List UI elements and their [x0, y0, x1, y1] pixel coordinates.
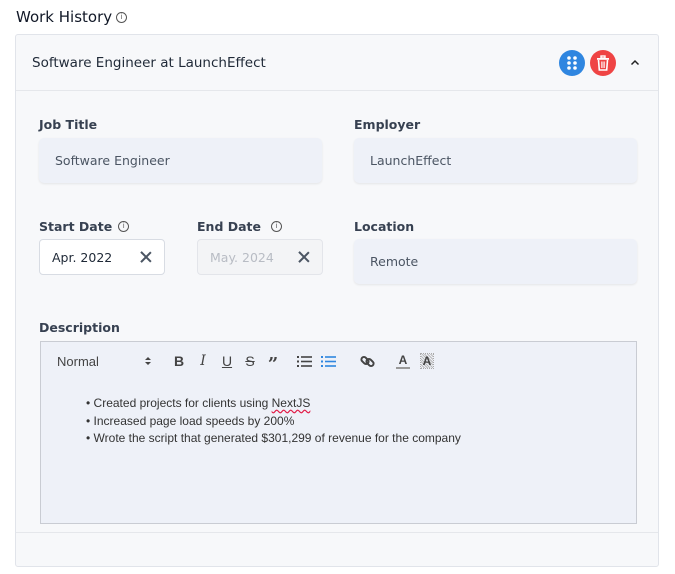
job-title-label: Job Title: [39, 117, 97, 132]
collapse-button[interactable]: [628, 56, 642, 70]
start-date-label: Start Date i: [39, 219, 130, 234]
employer-input[interactable]: LaunchEffect: [354, 138, 637, 183]
bullet-text: Wrote the script that generated $301,299…: [93, 431, 461, 445]
job-title-input[interactable]: Software Engineer: [39, 138, 322, 183]
description-bullet: Increased page load speeds by 200%: [86, 413, 636, 431]
strike-button[interactable]: S: [241, 351, 259, 371]
ordered-list-button[interactable]: [296, 351, 314, 371]
ordered-list-icon: [297, 355, 312, 367]
underline-button[interactable]: U: [218, 351, 236, 371]
end-date-picker[interactable]: May. 2024: [197, 239, 323, 275]
background-color-button[interactable]: A: [418, 351, 436, 371]
italic-button[interactable]: I: [194, 351, 212, 371]
editor-toolbar: Normal B I U S ” A A: [41, 342, 636, 380]
format-select-value: Normal: [57, 353, 99, 369]
blockquote-icon: ”: [267, 353, 279, 375]
bold-button[interactable]: B: [170, 351, 188, 371]
employer-label-text: Employer: [354, 117, 421, 132]
job-title-label-text: Job Title: [39, 117, 98, 132]
description-bullet: Wrote the script that generated $301,299…: [86, 430, 636, 448]
strike-icon: S: [245, 353, 255, 369]
start-date-info-icon[interactable]: i: [118, 221, 130, 232]
start-date-label-text: Start Date: [39, 219, 113, 234]
end-date-label: End Date i: [197, 219, 283, 234]
section-title: Work History i: [16, 8, 128, 26]
start-date-picker[interactable]: Apr. 2022: [39, 239, 165, 275]
bold-icon: B: [173, 353, 185, 369]
entry-title: Software Engineer at LaunchEffect: [32, 54, 266, 71]
section-title-text: Work History: [16, 8, 113, 26]
link-button[interactable]: [358, 351, 376, 371]
spellcheck-flagged-word[interactable]: NextJS: [272, 396, 311, 410]
bullet-list-icon: [321, 355, 336, 367]
employer-value: LaunchEffect: [370, 153, 452, 168]
select-arrows-icon: [145, 357, 151, 365]
work-history-entry-card: Software Engineer at LaunchEffect Job Ti…: [15, 34, 659, 567]
description-bullet: Created projects for clients using NextJ…: [86, 395, 636, 413]
delete-entry-button[interactable]: [590, 49, 616, 76]
location-label-text: Location: [354, 219, 415, 234]
description-label: Description: [39, 320, 120, 335]
format-select[interactable]: Normal: [57, 351, 152, 371]
trash-icon: [597, 54, 609, 71]
description-editor: Normal B I U S ” A A • Created projects …: [40, 341, 637, 524]
text-color-icon: A: [398, 352, 408, 367]
bullet-text: Increased page load speeds by 200%: [93, 413, 295, 428]
blockquote-button[interactable]: ”: [264, 351, 282, 375]
end-date-label-text: End Date: [197, 219, 262, 234]
text-color-button[interactable]: A: [394, 351, 412, 371]
editor-content[interactable]: Created projects for clients using NextJ…: [41, 380, 636, 448]
background-color-icon: A: [419, 353, 435, 369]
entry-footer: [16, 532, 658, 566]
location-input[interactable]: Remote: [354, 239, 637, 284]
bullet-list-button[interactable]: [320, 351, 338, 371]
text-color-swatch: [396, 366, 410, 369]
clear-end-date-icon[interactable]: [298, 251, 310, 263]
description-label-text: Description: [39, 320, 120, 335]
chevron-up-icon: [630, 59, 640, 66]
location-label: Location: [354, 219, 414, 234]
info-icon[interactable]: i: [116, 11, 128, 23]
clear-start-date-icon[interactable]: [140, 251, 152, 263]
location-value: Remote: [370, 254, 419, 269]
underline-icon: U: [221, 353, 233, 369]
job-title-value: Software Engineer: [55, 153, 170, 168]
employer-label: Employer: [354, 117, 420, 132]
drag-handle-button[interactable]: [559, 49, 585, 76]
link-icon: [359, 355, 375, 367]
italic-icon: I: [200, 353, 206, 369]
bullet-text: Created projects for clients using: [93, 396, 272, 410]
entry-header[interactable]: Software Engineer at LaunchEffect: [16, 35, 658, 91]
drag-handle-icon: [567, 55, 577, 70]
start-date-value: Apr. 2022: [52, 249, 113, 265]
end-date-placeholder: May. 2024: [210, 249, 274, 265]
end-date-info-icon[interactable]: i: [271, 221, 283, 232]
